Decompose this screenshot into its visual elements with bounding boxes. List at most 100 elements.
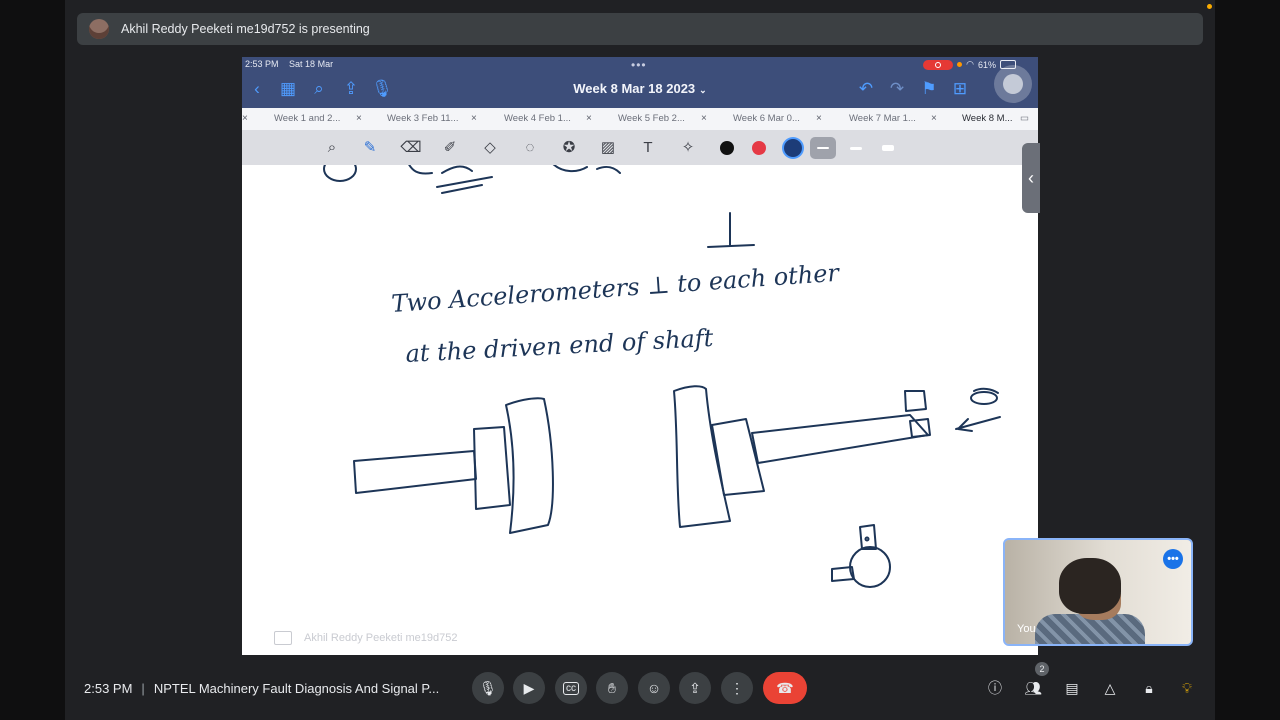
right-coupling-large [673,385,731,528]
lightbulb-icon[interactable]: 💡︎ [1176,677,1198,699]
undo-icon[interactable]: ↶ [855,78,877,100]
tab-label: Week 7 Mar 1... [849,113,916,124]
shared-screen: 2:53 PM Sat 18 Mar ••• ◠ 61% ‹ ▦ ⌕ ⇪ 🎙︎ … [242,57,1038,655]
bookmark-icon[interactable]: ⚑ [918,78,940,100]
view-arrow [955,416,1001,432]
thickness-thin-icon [817,147,829,149]
microphone-button[interactable]: 🎙︎ [472,672,504,704]
participants-badge: 2 [1035,662,1049,676]
color-red-swatch[interactable] [752,141,766,155]
pen-icon[interactable]: ✎ [360,137,380,157]
end-call-button[interactable]: ☎ [763,672,807,704]
highlighter-icon[interactable]: ✐ [440,137,460,157]
tab-label: Week 3 Feb 11... [387,113,459,124]
status-time: 2:53 PM [245,59,279,69]
accelerometer-top [904,390,927,412]
tab-week-3[interactable]: Week 3 Feb 11... [387,108,458,130]
battery-text: 61% [977,59,996,70]
left-coupling-small [473,426,511,510]
laser-pointer-icon[interactable]: ✧ [678,137,698,157]
mic-in-use-icon [957,62,963,67]
wifi-icon: ◠ [966,59,974,69]
people-icon[interactable]: 👥︎ [1022,677,1044,699]
notes-app-header: 2:53 PM Sat 18 Mar ••• ◠ 61% ‹ ▦ ⌕ ⇪ 🎙︎ … [242,57,1038,108]
tab-label: Week 4 Feb 1... [504,113,571,124]
tab-week-5[interactable]: Week 5 Feb 2... [618,108,685,130]
color-black-swatch[interactable] [720,141,734,155]
left-coupling-large [505,397,554,534]
muted-mic-bubble-icon[interactable] [994,65,1032,103]
tab-week-7[interactable]: Week 7 Mar 1... [849,108,916,130]
present-button[interactable]: ⇪ [679,672,711,704]
presenting-banner: Akhil Reddy Peeketi me19d752 is presenti… [77,13,1203,45]
more-vertical-icon: ⋮ [730,679,744,696]
text-icon[interactable]: T [638,137,658,157]
tab-label: Week 8 M... [962,113,1013,124]
presenter-avatar [89,19,109,39]
heading-fragment [408,165,493,194]
emoji-icon: ☺ [646,680,662,696]
tab-week-4[interactable]: Week 4 Feb 1... [504,108,571,130]
multitask-dots-icon[interactable]: ••• [631,58,647,72]
chat-icon[interactable]: ▤ [1061,677,1083,699]
heading-fragment-2 [552,165,621,174]
reactions-button[interactable]: ☺ [638,672,670,704]
end-view-dot [864,536,870,542]
thickness-medium-icon[interactable] [850,147,862,150]
recording-icon [923,59,954,70]
tab-week-6[interactable]: Week 6 Mar 0... [733,108,800,130]
meeting-details-icon[interactable]: ⓘ [984,677,1006,699]
heading-number-circle [323,165,357,182]
chevron-down-icon: ⌄ [699,85,707,95]
more-options-icon[interactable]: ••• [1163,549,1183,569]
right-shaft [751,414,929,464]
video-person-hair [1059,558,1121,614]
tab-label: Week 6 Mar 0... [733,113,800,124]
document-title-text: Week 8 Mar 18 2023 [573,81,696,96]
hand-icon: ✋︎ [608,679,616,696]
document-tabs: × Week 1 and 2... × Week 3 Feb 11... × W… [242,108,1038,131]
left-shaft [353,450,477,494]
drawing-toolbar: ⌕ ✎ ⌫ ✐ ◇ ◌ ✪ ▨ T ✧ [242,130,1038,165]
camera-button[interactable]: ▶ [513,672,545,704]
raise-hand-button[interactable]: ✋︎ [596,672,628,704]
right-letterbox [1215,0,1280,720]
sticker-icon[interactable]: ✪ [559,137,579,157]
self-view-label: You [1017,623,1036,635]
tab-overview-icon[interactable]: ▭ [1020,108,1029,130]
image-icon[interactable]: ▨ [598,137,618,157]
lasso-search-icon[interactable]: ⌕ [322,137,342,157]
thickness-thick-icon[interactable] [882,145,894,151]
perpendicular-symbol [707,212,755,248]
redo-icon[interactable]: ↷ [886,78,908,100]
meeting-info: 2:53 PM | NPTEL Machinery Fault Diagnosis … [84,681,439,696]
tab-week-8[interactable]: Week 8 M... [962,108,1013,130]
status-dot [1207,4,1212,9]
captions-button[interactable]: cc [555,672,587,704]
host-controls-icon[interactable]: 🔒︎ [1138,677,1160,699]
self-view-tile[interactable]: You ••• [1003,538,1193,646]
status-date: Sat 18 Mar [289,59,334,69]
add-page-icon[interactable]: ⊞ [949,78,971,100]
tab-week-1[interactable]: Week 1 and 2... [274,108,340,130]
end-call-icon: ☎ [776,679,794,696]
shapes-icon[interactable]: ◇ [480,137,500,157]
eraser-icon[interactable]: ⌫ [400,137,421,157]
presenting-text: Akhil Reddy Peeketi me19d752 is presenti… [121,22,370,36]
handwriting-canvas[interactable]: Two Accelerometers ⊥ to each other at th… [242,165,1038,655]
separator: | [141,681,145,696]
tab-label: Week 5 Feb 2... [618,113,685,124]
ipad-status-bar: 2:53 PM Sat 18 Mar [245,59,341,69]
watermark-text: Akhil Reddy Peeketi me19d752 [304,632,458,644]
end-view-shaft-circle [849,546,891,588]
more-options-button[interactable]: ⋮ [721,672,753,704]
activities-icon[interactable]: △ [1099,677,1121,699]
sidebar-toggle-icon[interactable]: ‹ [1022,143,1040,213]
lasso-icon[interactable]: ◌ [520,137,540,157]
color-navy-swatch[interactable] [784,139,802,157]
screen-share-icon [274,631,292,645]
note-line-1: Two Accelerometers ⊥ to each other [390,259,841,318]
meeting-title: NPTEL Machinery Fault Diagnosis And Sign… [153,681,440,696]
presenter-watermark: Akhil Reddy Peeketi me19d752 [274,631,457,645]
ink-strokes [323,165,1001,588]
